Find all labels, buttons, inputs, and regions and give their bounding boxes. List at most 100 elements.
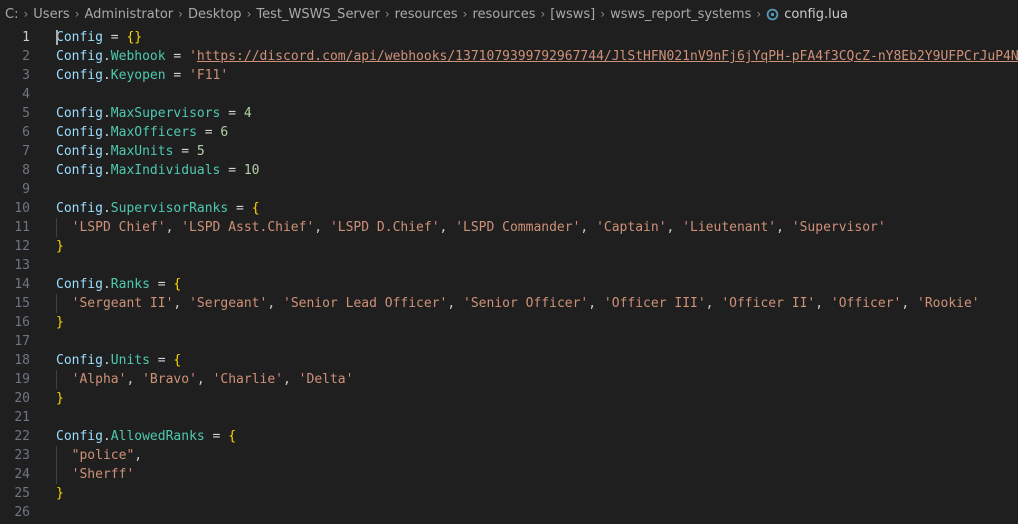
code-line[interactable]: 26 <box>0 503 1018 522</box>
line-number: 18 <box>14 353 30 368</box>
code-line[interactable]: 11 'LSPD Chief', 'LSPD Asst.Chief', 'LSP… <box>0 218 1018 237</box>
code-text: 'Sergeant II', 'Sergeant', 'Senior Lead … <box>56 294 1018 313</box>
code-token: 'Sergeant' <box>189 296 268 311</box>
code-token: "police" <box>71 448 135 463</box>
code-text: "police", <box>56 446 1018 465</box>
breadcrumb-item[interactable]: wsws_report_systems <box>610 7 751 22</box>
breadcrumb-item[interactable]: Test_WSWS_Server <box>256 7 379 22</box>
code-link[interactable]: https://discord.com/api/webhooks/1371079… <box>197 49 1018 64</box>
code-text: Config.MaxIndividuals = 10 <box>56 161 1018 180</box>
code-line[interactable]: 3 Config.Keyopen = 'F11' <box>0 66 1018 85</box>
code-token: 'LSPD Asst.Chief' <box>181 220 315 235</box>
code-line[interactable]: 9 <box>0 180 1018 199</box>
code-token: . <box>102 144 111 159</box>
code-line[interactable]: 2 Config.Webhook = 'https://discord.com/a… <box>0 47 1018 66</box>
code-token: , <box>439 220 456 235</box>
code-line[interactable]: 17 <box>0 332 1018 351</box>
code-token: = <box>165 68 190 83</box>
breadcrumb-item[interactable]: Desktop <box>188 7 242 22</box>
code-line[interactable]: 24 'Sherff' <box>0 465 1018 484</box>
code-token: , <box>314 220 330 235</box>
code-token: , <box>165 220 182 235</box>
code-line[interactable]: 5 Config.MaxSupervisors = 4 <box>0 104 1018 123</box>
line-number: 6 <box>22 125 30 140</box>
code-token: 'Sergeant II' <box>71 296 174 311</box>
code-token: { <box>251 201 260 216</box>
code-text: } <box>56 237 1018 256</box>
code-text: } <box>56 484 1018 503</box>
code-line[interactable]: 21 <box>0 408 1018 427</box>
code-line[interactable]: 16} <box>0 313 1018 332</box>
code-token: Config <box>56 49 103 64</box>
code-token: . <box>102 277 111 292</box>
line-number: 24 <box>14 467 30 482</box>
code-token: MaxIndividuals <box>110 163 221 178</box>
code-token: , <box>580 220 597 235</box>
code-token: . <box>102 125 111 140</box>
code-token: Keyopen <box>110 68 166 83</box>
code-text: } <box>56 313 1018 332</box>
breadcrumb-item[interactable]: C: <box>5 7 18 22</box>
code-text: 'Sherff' <box>56 465 1018 484</box>
code-line[interactable]: 10 Config.SupervisorRanks = { <box>0 199 1018 218</box>
code-token: { <box>173 277 182 292</box>
code-token: 'Charlie' <box>212 372 284 387</box>
code-token: = <box>149 353 174 368</box>
breadcrumb-item[interactable]: resources <box>395 7 458 22</box>
code-token: , <box>815 296 831 311</box>
code-token: 10 <box>243 163 260 178</box>
line-number: 9 <box>22 182 30 197</box>
code-token: , <box>666 220 683 235</box>
code-token: ' <box>189 49 197 64</box>
code-token: MaxSupervisors <box>110 106 221 121</box>
code-token: 6 <box>220 125 229 140</box>
code-token: = <box>204 429 229 444</box>
code-line[interactable]: 4 <box>0 85 1018 104</box>
chevron-right-icon: › <box>178 7 183 21</box>
code-line[interactable]: 19 'Alpha', 'Bravo', 'Charlie', 'Delta' <box>0 370 1018 389</box>
breadcrumb-item[interactable]: [wsws] <box>550 7 595 22</box>
chevron-right-icon: › <box>384 7 390 21</box>
code-line[interactable]: 18 Config.Units = { <box>0 351 1018 370</box>
code-line[interactable]: 25} <box>0 484 1018 503</box>
code-token: 'LSPD Commander' <box>455 220 581 235</box>
line-number: 8 <box>22 163 30 178</box>
code-line[interactable]: 12} <box>0 237 1018 256</box>
code-token: , <box>588 296 604 311</box>
breadcrumb-item[interactable]: Users <box>33 7 69 22</box>
code-editor[interactable]: 1 Config = {} 2 Config.Webhook = 'https://d… <box>0 28 1018 524</box>
code-line[interactable]: 20} <box>0 389 1018 408</box>
line-number: 21 <box>14 410 30 425</box>
code-token: Units <box>110 353 150 368</box>
breadcrumb-file[interactable]: config.lua <box>784 7 848 22</box>
code-text: Config.MaxSupervisors = 4 <box>56 104 1018 123</box>
chevron-right-icon: › <box>246 7 252 21</box>
code-token: { <box>173 353 182 368</box>
code-line[interactable]: 14 Config.Ranks = { <box>0 275 1018 294</box>
text-cursor <box>56 30 58 45</box>
code-token: 'Officer II' <box>721 296 816 311</box>
line-number: 16 <box>14 315 30 330</box>
code-token: . <box>102 163 111 178</box>
code-token: = <box>165 49 190 64</box>
code-line[interactable]: 13 <box>0 256 1018 275</box>
line-number: 12 <box>14 239 30 254</box>
code-line[interactable]: 1 Config = {} <box>0 28 1018 47</box>
code-line[interactable]: 22 Config.AllowedRanks = { <box>0 427 1018 446</box>
code-line[interactable]: 8 Config.MaxIndividuals = 10 <box>0 161 1018 180</box>
breadcrumb-item[interactable]: Administrator <box>85 7 174 22</box>
code-line[interactable]: 15 'Sergeant II', 'Sergeant', 'Senior Le… <box>0 294 1018 313</box>
line-number: 1 <box>22 30 30 45</box>
line-number: 20 <box>14 391 30 406</box>
breadcrumb-item[interactable]: resources <box>472 7 535 22</box>
code-line[interactable]: 7 Config.MaxUnits = 5 <box>0 142 1018 161</box>
code-line[interactable]: 6 Config.MaxOfficers = 6 <box>0 123 1018 142</box>
code-token: } <box>56 391 64 406</box>
code-token: , <box>134 448 143 463</box>
code-token: Config <box>56 277 103 292</box>
code-token: } <box>56 239 64 254</box>
code-token: 'Alpha' <box>71 372 127 387</box>
code-line[interactable]: 23 "police", <box>0 446 1018 465</box>
